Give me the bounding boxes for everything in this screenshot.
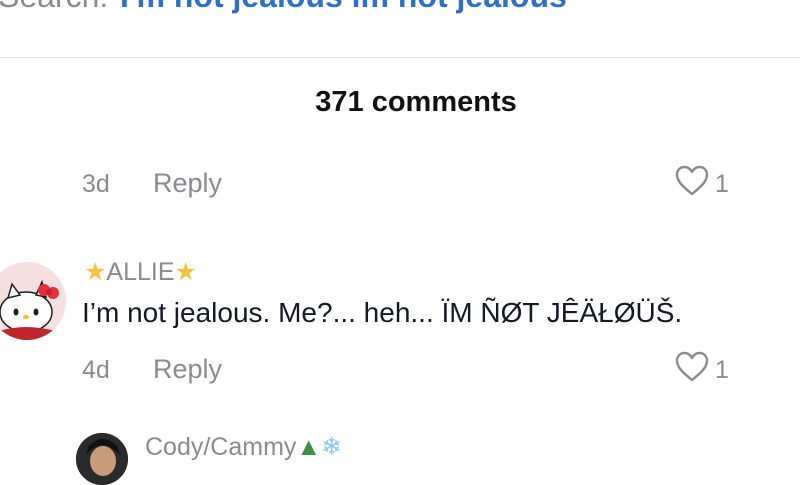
comment-text: I’m not jealous. Me?... heh... ÏM ÑØT JÊ… [82, 297, 683, 328]
comment-time: 3d [82, 170, 110, 198]
snowflake-icon: ❄ [321, 433, 343, 461]
username-label: Cody/Cammy [145, 433, 297, 461]
heart-icon[interactable] [675, 351, 709, 383]
tree-icon: ▲ [296, 433, 322, 461]
username-label: ALLIE [106, 258, 175, 286]
person-icon [76, 433, 128, 485]
comments-count: 371 comments [315, 86, 517, 118]
hello-kitty-avatar[interactable] [0, 262, 66, 340]
divider [0, 57, 800, 58]
username[interactable]: Cody/Cammy▲❄ [145, 432, 342, 462]
comment-time: 4d [82, 356, 110, 384]
username[interactable]: ★ALLIE★ [84, 257, 197, 287]
reply-button[interactable]: Reply [153, 168, 222, 199]
heart-icon[interactable] [675, 165, 709, 197]
star-icon: ★ [174, 258, 197, 286]
like-count: 1 [715, 170, 729, 198]
search-query-link[interactable]: I'm not jealous im not jealous [120, 0, 567, 15]
search-suggestion[interactable]: Search: I'm not jealous im not jealous [0, 0, 800, 18]
person-avatar[interactable] [76, 433, 128, 485]
star-icon: ★ [84, 258, 107, 286]
reply-button[interactable]: Reply [153, 354, 222, 385]
hello-kitty-icon [0, 262, 66, 340]
search-prefix: Search: [0, 0, 108, 15]
like-count: 1 [715, 356, 729, 384]
